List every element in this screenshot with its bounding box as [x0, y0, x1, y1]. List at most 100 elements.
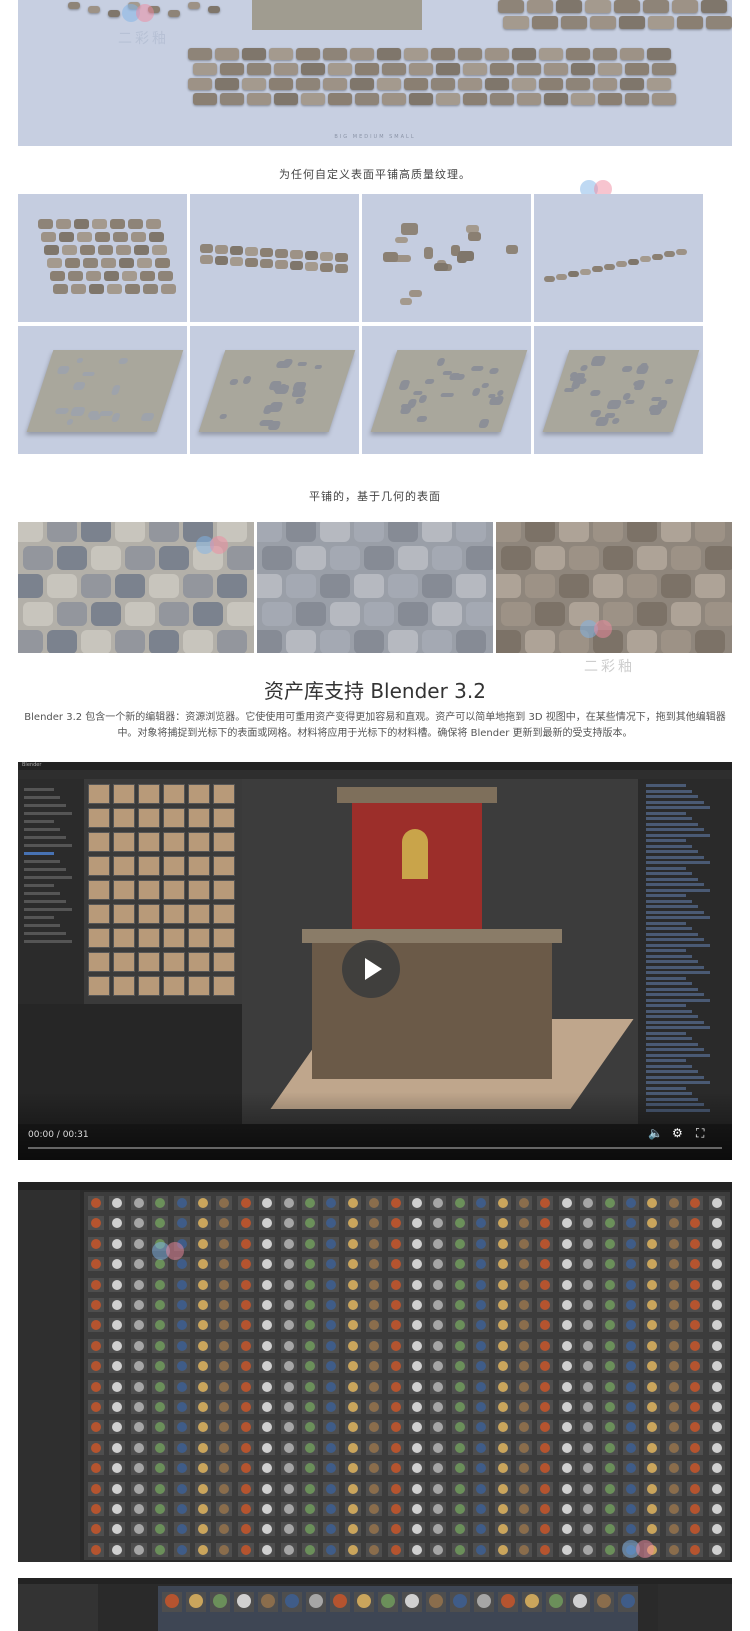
asset-thumbnail	[623, 1277, 639, 1292]
stone	[143, 284, 158, 294]
stone	[661, 522, 691, 542]
stone	[320, 522, 350, 542]
stone	[431, 78, 455, 90]
asset-thumbnail	[195, 1236, 211, 1251]
outliner-row	[646, 1015, 698, 1018]
volume-icon[interactable]: 🔈	[648, 1126, 663, 1140]
stone	[627, 522, 657, 542]
asset-thumbnail	[344, 1461, 361, 1476]
asset-thumbnail	[366, 1257, 383, 1272]
stone	[305, 251, 318, 260]
stone	[664, 251, 675, 257]
asset-thumbnail	[665, 1257, 682, 1272]
play-icon[interactable]	[342, 940, 400, 998]
asset-thumbnail	[88, 1420, 104, 1435]
asset-thumbnail	[366, 1420, 383, 1435]
asset-thumbnail	[213, 784, 235, 804]
stone	[230, 246, 243, 255]
asset-thumbnail	[88, 1379, 104, 1394]
asset-thumbnail	[451, 1502, 468, 1516]
video-progress-bar[interactable]	[28, 1147, 722, 1149]
asset-thumbnail	[623, 1318, 639, 1333]
asset-thumbnail	[130, 1216, 147, 1231]
stone	[628, 258, 639, 265]
asset-thumbnail	[109, 1216, 126, 1231]
stone	[113, 232, 128, 242]
stone	[81, 574, 111, 598]
asset-thumbnail	[188, 856, 210, 876]
asset-thumbnail	[558, 1196, 575, 1210]
stone	[399, 403, 414, 414]
outliner-row	[646, 839, 686, 842]
stone	[470, 366, 484, 372]
asset-thumbnail	[473, 1400, 490, 1414]
asset-thumbnail	[213, 880, 235, 900]
stone	[65, 258, 80, 268]
asset-thumbnail	[601, 1196, 618, 1210]
stone	[503, 16, 529, 29]
asset-thumbnail	[237, 1522, 254, 1537]
asset-thumbnail	[216, 1440, 233, 1455]
stone	[635, 365, 650, 374]
stone-preview-tile	[190, 194, 359, 322]
asset-thumbnail	[88, 832, 110, 852]
asset-thumbnail	[344, 1196, 361, 1210]
asset-thumbnail	[237, 1400, 254, 1414]
outliner-row	[646, 1048, 704, 1051]
asset-thumbnail	[173, 1196, 190, 1210]
stone	[485, 78, 509, 90]
asset-thumbnail	[188, 904, 210, 924]
asset-thumbnail	[708, 1236, 725, 1251]
stone	[81, 371, 96, 377]
stone	[89, 284, 104, 294]
asset-thumbnail	[210, 1592, 230, 1612]
stone	[350, 78, 374, 90]
gear-icon[interactable]: ⚙	[672, 1126, 683, 1140]
asset-thumbnail	[237, 1359, 254, 1374]
asset-thumbnail	[594, 1592, 614, 1612]
asset-thumbnail	[323, 1379, 340, 1394]
asset-thumbnail	[88, 1338, 104, 1353]
fullscreen-icon[interactable]: ⛶	[696, 1126, 704, 1141]
asset-thumbnail	[188, 808, 210, 828]
stone	[652, 93, 676, 105]
blender-demo-video[interactable]: Blender 00:00 / 00:31 🔈 ⚙ ⛶	[18, 762, 732, 1160]
catalog-row	[24, 828, 60, 831]
asset-thumbnail	[473, 1257, 490, 1272]
asset-thumbnail	[665, 1196, 682, 1210]
stone	[188, 2, 200, 9]
asset-thumbnail	[258, 1592, 278, 1612]
asset-thumbnail	[195, 1481, 211, 1496]
stone	[456, 522, 486, 542]
asset-thumbnail	[130, 1440, 147, 1455]
outliner-row	[646, 828, 704, 831]
asset-thumbnail	[516, 1461, 532, 1476]
stone	[193, 93, 217, 105]
asset-thumbnail	[494, 1379, 511, 1394]
window-title: Blender	[22, 762, 42, 768]
asset-thumbnail	[665, 1338, 682, 1353]
outliner-row	[646, 965, 704, 969]
asset-thumbnail	[537, 1318, 554, 1333]
asset-thumbnail	[173, 1298, 190, 1312]
outliner-row	[646, 905, 698, 908]
asset-thumbnail	[387, 1277, 404, 1292]
outliner-row	[646, 1020, 704, 1024]
asset-thumbnail	[409, 1318, 425, 1333]
asset-thumbnail	[130, 1359, 147, 1374]
stone	[525, 630, 555, 653]
stone	[517, 63, 541, 75]
asset-thumbnail	[113, 928, 135, 948]
asset-thumbnail	[387, 1379, 404, 1394]
asset-thumbnail	[451, 1400, 468, 1414]
asset-thumbnail	[665, 1359, 682, 1374]
asset-thumbnail	[623, 1461, 639, 1476]
asset-thumbnail	[366, 1461, 383, 1476]
asset-thumbnail	[665, 1420, 682, 1435]
outliner-row	[646, 960, 698, 963]
stone	[54, 408, 70, 414]
asset-thumbnail	[687, 1481, 704, 1496]
asset-thumbnail	[130, 1257, 147, 1272]
asset-thumbnail	[88, 1298, 104, 1312]
asset-thumbnail	[302, 1338, 318, 1353]
